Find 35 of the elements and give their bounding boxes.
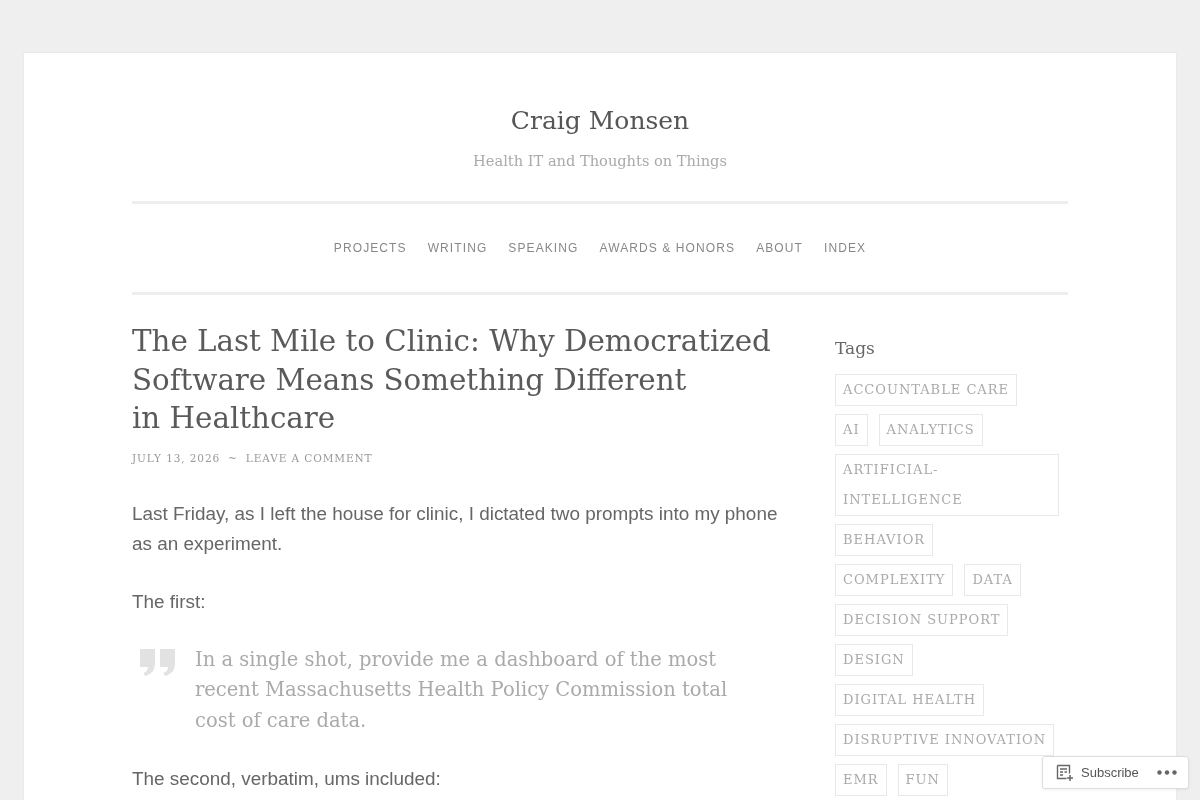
meta-separator: ~ <box>228 450 238 466</box>
tag-link[interactable]: DISRUPTIVE INNOVATION <box>835 724 1055 756</box>
post-date[interactable]: JULY 13, 2026 <box>132 449 221 466</box>
more-icon <box>1157 770 1177 775</box>
tag-link[interactable]: DECISION SUPPORT <box>835 604 1009 636</box>
body-paragraph: The second, verbatim, ums included: <box>132 767 442 791</box>
tag-link[interactable]: DATA <box>964 564 1021 596</box>
body-paragraph: Last Friday, as I left the house for clinic, I dictated two prompts into my phone as an experiment. <box>132 501 779 556</box>
nav-link[interactable]: AWARDS & HONORS <box>599 241 736 255</box>
body-paragraph: The first: <box>132 589 207 614</box>
quote-mark-icon <box>139 647 176 676</box>
widget-title: Tags <box>835 337 876 360</box>
reader-plus-icon <box>1056 764 1073 781</box>
nav-link[interactable]: INDEX <box>823 241 867 255</box>
tag-link[interactable]: EMR <box>835 764 887 796</box>
tag-link[interactable]: ARTIFICIAL-INTELLIGENCE <box>835 454 1059 516</box>
post-title: The Last Mile to Clinic: Why Democratized Software Means Something Different in Healthcare <box>132 323 772 437</box>
more-button[interactable] <box>1157 770 1177 775</box>
nav-link[interactable]: ABOUT <box>756 241 803 255</box>
tag-link[interactable]: COMPLEXITY <box>835 564 954 596</box>
block-quote: In a single shot, provide me a dashboard of the most recent Massachusetts Health Policy Commission total cost of care data. <box>194 646 729 734</box>
nav-link[interactable]: WRITING <box>427 241 488 255</box>
site-title[interactable]: Craig Monsen <box>510 103 690 139</box>
site-tagline: Health IT and Thoughts on Things <box>473 151 727 171</box>
tag-link[interactable]: AI <box>835 414 868 446</box>
tag-link[interactable]: ACCOUNTABLE CARE <box>835 374 1018 406</box>
tag-link[interactable]: ANALYTICS <box>878 414 983 446</box>
tag-link[interactable]: BEHAVIOR <box>835 524 934 556</box>
tag-link[interactable]: DIGITAL HEALTH <box>835 684 984 716</box>
nav-link[interactable]: PROJECTS <box>333 241 407 255</box>
tag-link[interactable]: FUN <box>897 764 948 796</box>
tag-link[interactable]: DESIGN <box>835 644 913 676</box>
subscribe-button[interactable]: Subscribe <box>1056 764 1139 781</box>
nav-link[interactable]: SPEAKING <box>508 241 579 255</box>
comment-link[interactable]: LEAVE A COMMENT <box>245 449 373 466</box>
